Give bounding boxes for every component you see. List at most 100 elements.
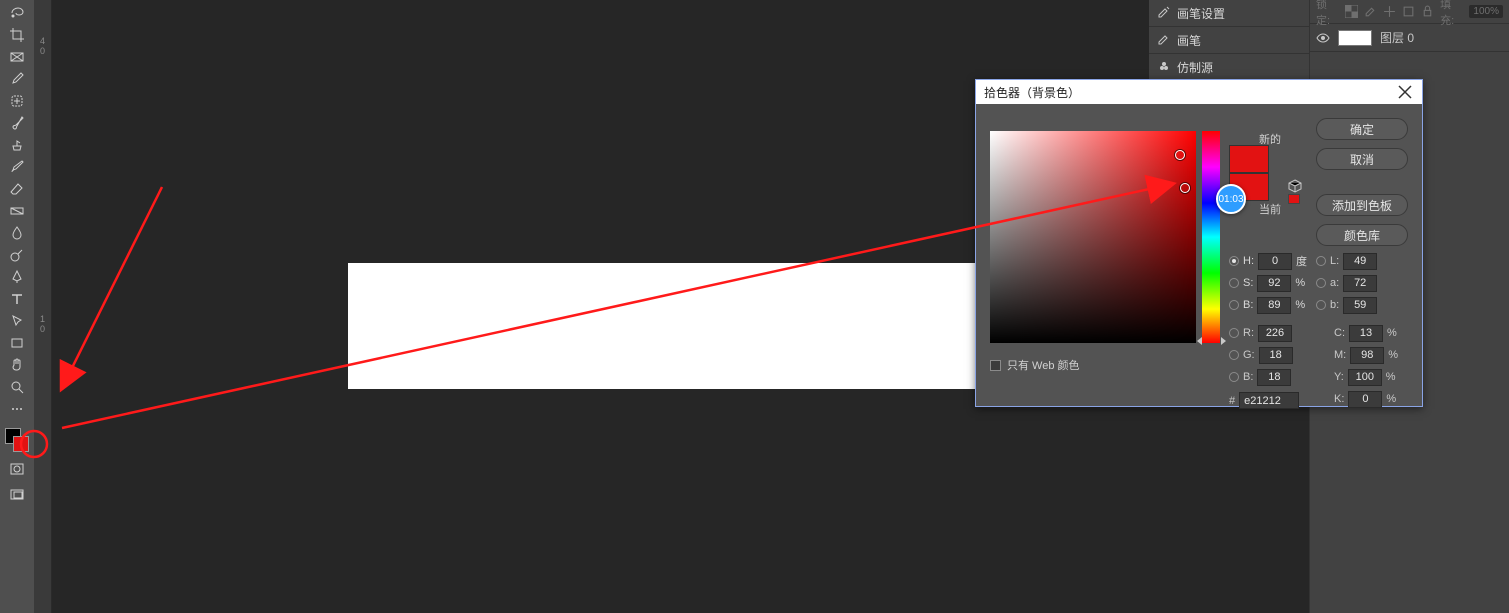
gamut-swatch[interactable] <box>1288 194 1300 204</box>
k-label: K: <box>1334 393 1344 405</box>
hex-input[interactable] <box>1239 392 1299 409</box>
h-input[interactable] <box>1258 253 1292 270</box>
rectangle-tool[interactable] <box>3 332 31 354</box>
lock-transparent-icon[interactable] <box>1345 5 1358 19</box>
rgb-b-input[interactable] <box>1257 369 1291 386</box>
blur-tool[interactable] <box>3 222 31 244</box>
b-label: B: <box>1243 299 1253 311</box>
l-input[interactable] <box>1343 253 1377 270</box>
dialog-titlebar[interactable]: 拾色器（背景色） <box>976 80 1422 104</box>
a-input[interactable] <box>1343 275 1377 292</box>
s-input[interactable] <box>1257 275 1291 292</box>
radio-a[interactable] <box>1316 278 1326 288</box>
h-label: H: <box>1243 255 1254 267</box>
lock-position-icon[interactable] <box>1383 5 1396 19</box>
gradient-tool[interactable] <box>3 200 31 222</box>
g-input[interactable] <box>1259 347 1293 364</box>
path-selection-tool[interactable] <box>3 310 31 332</box>
web-only-row[interactable]: 只有 Web 颜色 <box>990 357 1080 373</box>
frame-tool[interactable] <box>3 46 31 68</box>
side-panels: 画笔设置 画笔 仿制源 <box>1149 0 1309 81</box>
radio-s[interactable] <box>1229 278 1239 288</box>
lock-all-icon[interactable] <box>1421 5 1434 19</box>
cmyk-fields: C: % M: % Y: % K: % <box>1334 322 1402 410</box>
panel-tab-brush-settings[interactable]: 画笔设置 <box>1149 0 1309 27</box>
hue-slider[interactable] <box>1202 131 1220 343</box>
b-unit: % <box>1295 299 1309 311</box>
lab-b-input[interactable] <box>1343 297 1377 314</box>
eraser-tool[interactable] <box>3 178 31 200</box>
panel-tab-brush[interactable]: 画笔 <box>1149 27 1309 54</box>
type-tool[interactable] <box>3 288 31 310</box>
k-unit: % <box>1386 393 1400 405</box>
color-libraries-button[interactable]: 颜色库 <box>1316 224 1408 246</box>
visibility-icon[interactable] <box>1316 31 1330 45</box>
c-unit: % <box>1387 327 1401 339</box>
gamut-warning-icon[interactable] <box>1288 179 1302 193</box>
dodge-tool[interactable] <box>3 244 31 266</box>
radio-lab-b[interactable] <box>1316 300 1326 310</box>
y-label: Y: <box>1334 371 1344 383</box>
timestamp-badge: 01:03 <box>1216 184 1246 214</box>
screenmode-toggle[interactable] <box>3 484 31 506</box>
sv-marker <box>1175 150 1185 160</box>
radio-g[interactable] <box>1229 350 1239 360</box>
a-label: a: <box>1330 277 1339 289</box>
color-swatches[interactable] <box>3 426 31 454</box>
healing-brush-tool[interactable] <box>3 90 31 112</box>
l-label: L: <box>1330 255 1339 267</box>
lock-artboard-icon[interactable] <box>1402 5 1415 19</box>
hsb-fields: H: 度 S: % B: % <box>1229 250 1310 316</box>
h-unit: 度 <box>1296 253 1310 269</box>
vertical-ruler: 40 10 <box>34 0 52 613</box>
radio-l[interactable] <box>1316 256 1326 266</box>
hand-tool[interactable] <box>3 354 31 376</box>
dialog-title: 拾色器（背景色） <box>984 84 1080 101</box>
brush-settings-icon <box>1157 5 1171 22</box>
background-swatch[interactable] <box>13 436 29 452</box>
hue-slider-arrow-icon <box>1197 337 1202 345</box>
eyedropper-tool[interactable] <box>3 68 31 90</box>
lab-fields: L: a: b: <box>1316 250 1377 316</box>
y-input[interactable] <box>1348 369 1382 386</box>
history-brush-tool[interactable] <box>3 156 31 178</box>
panel-tab-clone-source[interactable]: 仿制源 <box>1149 54 1309 81</box>
sv-marker <box>1180 183 1190 193</box>
pen-tool[interactable] <box>3 266 31 288</box>
cancel-button[interactable]: 取消 <box>1316 148 1408 170</box>
lock-paint-icon[interactable] <box>1364 5 1377 19</box>
brush-tool[interactable] <box>3 112 31 134</box>
radio-h[interactable] <box>1229 256 1239 266</box>
lasso-tool[interactable] <box>3 2 31 24</box>
fill-percent[interactable]: 100% <box>1469 5 1503 18</box>
hex-prefix: # <box>1229 395 1235 407</box>
left-toolbar <box>0 0 34 613</box>
crop-tool[interactable] <box>3 24 31 46</box>
clone-stamp-tool[interactable] <box>3 134 31 156</box>
fill-label: 填充: <box>1440 0 1463 28</box>
layer-row[interactable]: 图层 0 <box>1310 24 1509 52</box>
radio-rgb-b[interactable] <box>1229 372 1239 382</box>
close-icon[interactable] <box>1396 83 1414 101</box>
zoom-tool[interactable] <box>3 376 31 398</box>
layer-thumbnail <box>1338 30 1372 46</box>
g-label: G: <box>1243 349 1255 361</box>
b-input[interactable] <box>1257 297 1291 314</box>
c-input[interactable] <box>1349 325 1383 342</box>
web-only-checkbox[interactable] <box>990 360 1001 371</box>
panel-tab-label: 画笔设置 <box>1177 5 1225 22</box>
more-tools[interactable] <box>3 398 31 420</box>
layer-name[interactable]: 图层 0 <box>1380 29 1414 46</box>
radio-r[interactable] <box>1229 328 1239 338</box>
rgb-fields: R: G: B: <box>1229 322 1293 388</box>
radio-b[interactable] <box>1229 300 1239 310</box>
r-input[interactable] <box>1258 325 1292 342</box>
k-input[interactable] <box>1348 391 1382 408</box>
quickmask-toggle[interactable] <box>3 458 31 480</box>
saturation-value-field[interactable] <box>990 131 1196 343</box>
ok-button[interactable]: 确定 <box>1316 118 1408 140</box>
web-only-label: 只有 Web 颜色 <box>1007 357 1080 373</box>
c-label: C: <box>1334 327 1345 339</box>
add-to-swatches-button[interactable]: 添加到色板 <box>1316 194 1408 216</box>
m-input[interactable] <box>1350 347 1384 364</box>
